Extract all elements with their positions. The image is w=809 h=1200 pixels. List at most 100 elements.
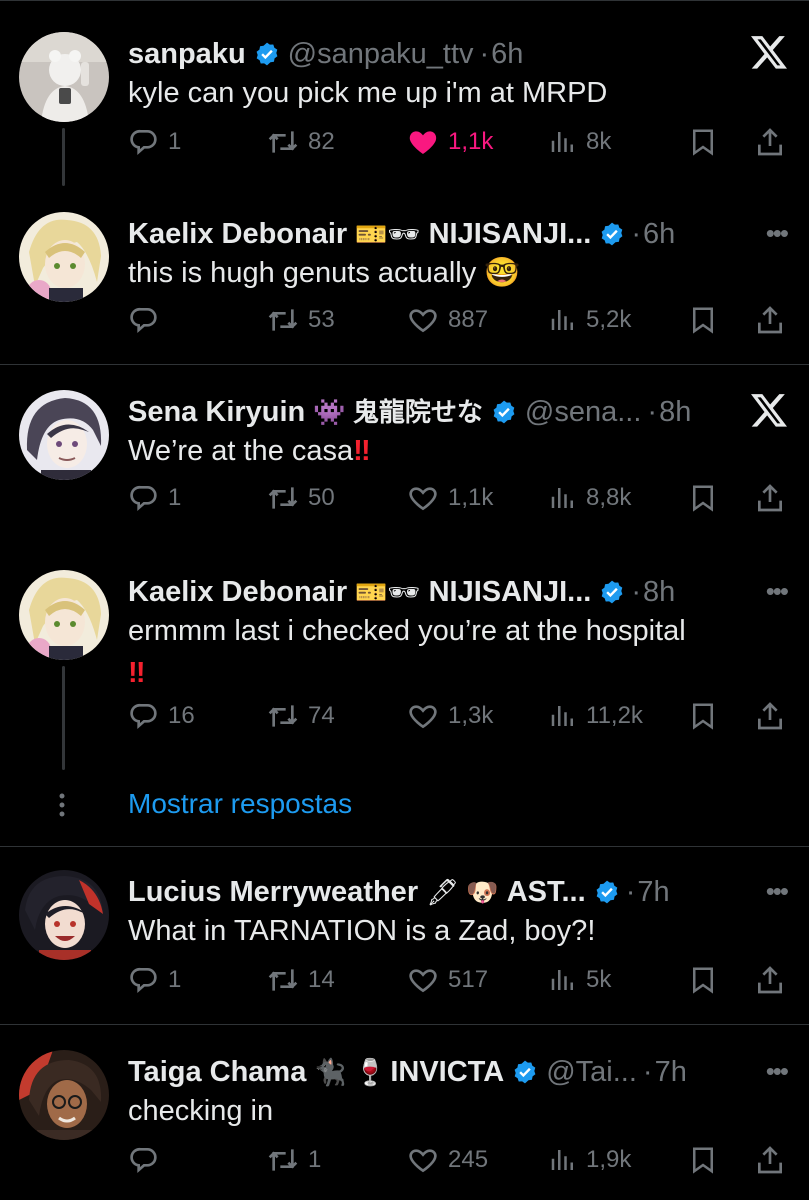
share-button[interactable]	[754, 1140, 786, 1180]
like-button[interactable]: 887	[406, 300, 488, 340]
avatar[interactable]	[19, 390, 109, 480]
bookmark-button[interactable]	[688, 960, 718, 1000]
share-button[interactable]	[754, 478, 786, 518]
more-icon[interactable]: •••	[766, 576, 789, 607]
more-icon[interactable]: •••	[766, 876, 789, 907]
views-count: 8,8k	[586, 484, 632, 511]
share-button[interactable]	[754, 960, 786, 1000]
show-replies-row[interactable]: Mostrar respostas	[0, 780, 809, 832]
show-replies-link[interactable]: Mostrar respostas	[128, 788, 352, 820]
display-name[interactable]: sanpaku	[128, 38, 246, 71]
views-button[interactable]: 1,9k	[548, 1140, 631, 1180]
tweet[interactable]: Sena Kiryuin 👾 鬼龍院せな @sena... · 8h We’re…	[0, 390, 809, 540]
tweet[interactable]: Lucius Merryweather 🖋 🐶 AST... · 7h ••• …	[0, 870, 809, 1020]
like-button[interactable]: 245	[406, 1140, 488, 1180]
share-icon	[758, 484, 782, 512]
like-button[interactable]: 1,1k	[406, 478, 493, 518]
avatar[interactable]	[19, 570, 109, 660]
tweet[interactable]: sanpaku @sanpaku_ttv · 6h kyle can you p…	[0, 32, 809, 182]
bookmark-button[interactable]	[688, 478, 718, 518]
tweet[interactable]: Kaelix Debonair 🎫🕶 NIJISANJI... · 6h •••…	[0, 212, 809, 362]
more-icon[interactable]: •••	[766, 218, 789, 249]
retweet-button[interactable]: 82	[266, 122, 335, 162]
x-logo-icon[interactable]	[749, 390, 789, 430]
like-button[interactable]: 1,1k	[406, 122, 493, 162]
retweet-count: 14	[308, 966, 335, 993]
reply-button[interactable]: 1	[128, 122, 181, 162]
display-name-suffix[interactable]: NIJISANJI...	[429, 576, 592, 609]
reply-icon	[130, 1147, 157, 1173]
views-icon	[551, 310, 573, 330]
retweet-button[interactable]: 1	[266, 1140, 321, 1180]
retweet-count: 74	[308, 702, 335, 729]
tweet-text-content: ermmm last i checked you’re at the hospi…	[128, 615, 686, 647]
like-button[interactable]: 1,3k	[406, 696, 493, 736]
verified-badge-icon	[594, 879, 620, 905]
reply-button[interactable]	[128, 300, 168, 340]
bookmark-button[interactable]	[688, 1140, 718, 1180]
handle[interactable]: @sanpaku_ttv	[288, 38, 474, 71]
display-name[interactable]: Kaelix Debonair	[128, 218, 347, 251]
retweet-button[interactable]: 74	[266, 696, 335, 736]
timestamp[interactable]: 8h	[643, 576, 675, 609]
share-button[interactable]	[754, 300, 786, 340]
display-name[interactable]: Sena Kiryuin	[128, 396, 305, 429]
views-icon	[551, 970, 573, 990]
reply-button[interactable]: 16	[128, 696, 195, 736]
views-button[interactable]: 5,2k	[548, 300, 631, 340]
x-logo-icon[interactable]	[749, 32, 789, 72]
display-name-suffix[interactable]: AST...	[507, 876, 586, 909]
bookmark-button[interactable]	[688, 122, 718, 162]
bookmark-icon	[693, 967, 713, 994]
timestamp[interactable]: 6h	[491, 38, 523, 71]
reply-button[interactable]: 1	[128, 478, 181, 518]
retweet-button[interactable]: 14	[266, 960, 335, 1000]
views-button[interactable]: 11,2k	[548, 696, 643, 736]
bookmark-button[interactable]	[688, 696, 718, 736]
tweet[interactable]: Kaelix Debonair 🎫🕶 NIJISANJI... · 8h •••…	[0, 570, 809, 760]
views-button[interactable]: 8,8k	[548, 478, 631, 518]
share-button[interactable]	[754, 696, 786, 736]
bookmark-icon	[693, 307, 713, 334]
avatar[interactable]	[19, 870, 109, 960]
display-name[interactable]: Kaelix Debonair	[128, 576, 347, 609]
tweet-text: What in TARNATION is a Zad, boy?!	[128, 910, 769, 952]
reply-button[interactable]	[128, 1140, 168, 1180]
views-button[interactable]: 8k	[548, 122, 611, 162]
tweet-actions: 1 14 517 5k	[128, 960, 788, 1000]
handle[interactable]: @Tai...	[546, 1056, 637, 1089]
separator-dot: ·	[647, 395, 658, 428]
bookmark-button[interactable]	[688, 300, 718, 340]
retweet-button[interactable]: 50	[266, 478, 335, 518]
separator-dot: ·	[642, 1055, 653, 1088]
reply-button[interactable]: 1	[128, 960, 181, 1000]
heart-icon	[409, 487, 437, 511]
timestamp[interactable]: 7h	[637, 876, 669, 909]
tweet[interactable]: Taiga Chama 🐈‍⬛ 🍷 INVICTA @Tai... · 7h •…	[0, 1050, 809, 1200]
display-name-suffix[interactable]: INVICTA	[390, 1056, 504, 1089]
timestamp[interactable]: 8h	[659, 396, 691, 429]
avatar[interactable]	[19, 1050, 109, 1140]
share-button[interactable]	[754, 122, 786, 162]
more-icon[interactable]: •••	[766, 1056, 789, 1087]
like-count: 517	[448, 966, 489, 993]
separator-dot: ·	[479, 37, 490, 70]
avatar[interactable]	[19, 212, 109, 302]
avatar[interactable]	[19, 32, 109, 122]
display-name-suffix[interactable]: NIJISANJI...	[429, 218, 592, 251]
like-count: 887	[448, 306, 489, 333]
retweet-button[interactable]: 53	[266, 300, 335, 340]
display-name[interactable]: Lucius Merryweather	[128, 876, 418, 909]
reply-icon	[130, 967, 157, 993]
display-name[interactable]: Taiga Chama	[128, 1056, 306, 1089]
views-icon	[551, 132, 573, 152]
handle[interactable]: @sena...	[525, 396, 642, 429]
retweet-count: 1	[308, 1146, 322, 1173]
like-button[interactable]: 517	[406, 960, 488, 1000]
reply-icon	[130, 129, 157, 155]
timestamp[interactable]: 7h	[655, 1056, 687, 1089]
divider	[0, 364, 809, 365]
tweet-actions: 16 74 1,3k 11,2k	[128, 696, 788, 736]
timestamp[interactable]: 6h	[643, 218, 675, 251]
views-button[interactable]: 5k	[548, 960, 611, 1000]
